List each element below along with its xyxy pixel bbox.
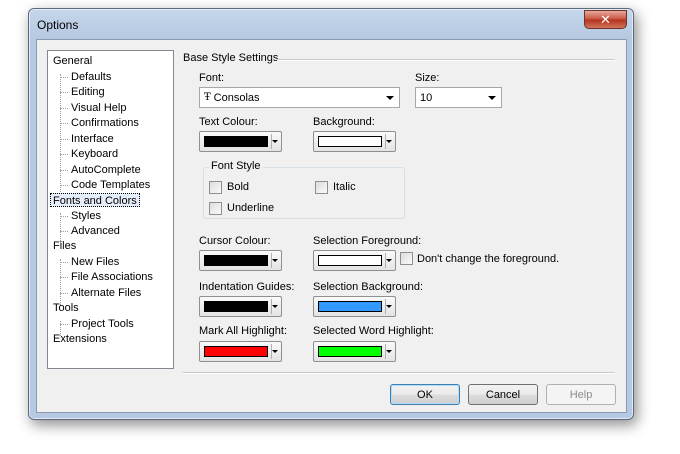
options-tree[interactable]: General Defaults Editing Visual Help Con… bbox=[47, 50, 174, 369]
bottom-divider bbox=[183, 372, 615, 374]
chevron-down-icon bbox=[272, 259, 278, 262]
tree-item-fonts-and-colors[interactable]: Fonts and Colors bbox=[50, 193, 140, 207]
tree-line bbox=[60, 259, 61, 305]
tree-item-advanced[interactable]: Advanced bbox=[60, 224, 120, 238]
underline-label[interactable]: Underline bbox=[227, 202, 274, 214]
tree-item-files[interactable]: Files bbox=[53, 239, 76, 253]
background-label: Background: bbox=[313, 116, 375, 128]
selection-foreground-label: Selection Foreground: bbox=[313, 235, 422, 247]
mark-all-highlight-swatch bbox=[204, 346, 268, 357]
italic-checkbox[interactable] bbox=[315, 181, 328, 194]
tree-item-file-associations[interactable]: File Associations bbox=[60, 270, 153, 284]
tree-item-interface[interactable]: Interface bbox=[60, 132, 114, 146]
tree-item-general[interactable]: General bbox=[53, 54, 92, 68]
text-colour-label: Text Colour: bbox=[199, 116, 258, 128]
size-label: Size: bbox=[415, 72, 440, 84]
dialog-client-area: General Defaults Editing Visual Help Con… bbox=[36, 39, 627, 413]
cursor-colour-swatch bbox=[204, 255, 268, 266]
tree-item-defaults[interactable]: Defaults bbox=[59, 70, 111, 84]
font-value: Consolas bbox=[213, 91, 260, 104]
tree-item-project-tools[interactable]: Project Tools bbox=[60, 317, 134, 331]
window-title: Options bbox=[37, 18, 79, 32]
tree-item-code-templates[interactable]: Code Templates bbox=[59, 178, 150, 192]
font-style-group: Font Style Bold Italic Underline bbox=[203, 160, 405, 219]
selected-word-highlight-picker[interactable] bbox=[313, 341, 396, 362]
indentation-guides-label: Indentation Guides: bbox=[199, 281, 295, 293]
font-label: Font: bbox=[199, 72, 225, 84]
bold-label[interactable]: Bold bbox=[227, 181, 249, 193]
mark-all-highlight-picker[interactable] bbox=[199, 341, 282, 362]
selection-foreground-swatch bbox=[318, 255, 382, 266]
background-colour-swatch bbox=[318, 136, 382, 147]
tree-item-keyboard[interactable]: Keyboard bbox=[59, 147, 118, 161]
truetype-font-icon: Ŧ bbox=[204, 92, 211, 103]
tree-item-extensions[interactable]: Extensions bbox=[53, 332, 107, 346]
tree-item-editing[interactable]: Editing bbox=[60, 85, 105, 99]
section-divider bbox=[277, 59, 615, 61]
chevron-down-icon bbox=[272, 140, 278, 143]
chevron-down-icon bbox=[386, 259, 392, 262]
ok-button[interactable]: OK bbox=[390, 384, 460, 405]
tree-item-tools[interactable]: Tools bbox=[53, 301, 79, 315]
size-dropdown[interactable]: 10 bbox=[415, 87, 502, 108]
selection-background-label: Selection Background: bbox=[313, 281, 424, 293]
close-button[interactable]: ✕ bbox=[584, 10, 627, 29]
tree-item-confirmations[interactable]: Confirmations bbox=[60, 116, 139, 130]
indentation-guides-picker[interactable] bbox=[199, 296, 282, 317]
close-icon: ✕ bbox=[600, 11, 611, 27]
cursor-colour-label: Cursor Colour: bbox=[199, 235, 271, 247]
dont-change-foreground-checkbox[interactable] bbox=[400, 252, 413, 265]
chevron-down-icon bbox=[272, 305, 278, 308]
selected-word-highlight-label: Selected Word Highlight: bbox=[313, 325, 434, 337]
selection-background-swatch bbox=[318, 301, 382, 312]
chevron-down-icon bbox=[272, 350, 278, 353]
chevron-down-icon bbox=[386, 96, 394, 100]
selected-word-highlight-swatch bbox=[318, 346, 382, 357]
tree-item-new-files[interactable]: New Files bbox=[59, 255, 119, 269]
tree-item-styles[interactable]: Styles bbox=[60, 209, 101, 223]
size-value: 10 bbox=[420, 91, 433, 104]
section-title: Base Style Settings bbox=[183, 52, 279, 64]
cursor-colour-picker[interactable] bbox=[199, 250, 282, 271]
font-style-label: Font Style bbox=[209, 160, 263, 172]
underline-checkbox[interactable] bbox=[209, 202, 222, 215]
italic-label[interactable]: Italic bbox=[333, 181, 356, 193]
selection-background-picker[interactable] bbox=[313, 296, 396, 317]
text-colour-picker[interactable] bbox=[199, 131, 282, 152]
help-button[interactable]: Help bbox=[546, 384, 616, 405]
indentation-guides-swatch bbox=[204, 301, 268, 312]
tree-item-autocomplete[interactable]: AutoComplete bbox=[60, 163, 141, 177]
tree-item-alternate-files[interactable]: Alternate Files bbox=[59, 286, 141, 300]
selection-foreground-picker[interactable] bbox=[313, 250, 396, 271]
background-colour-picker[interactable] bbox=[313, 131, 396, 152]
text-colour-swatch bbox=[204, 136, 268, 147]
dont-change-foreground-label[interactable]: Don't change the foreground. bbox=[417, 253, 559, 265]
bold-checkbox[interactable] bbox=[209, 181, 222, 194]
chevron-down-icon bbox=[386, 305, 392, 308]
cancel-button[interactable]: Cancel bbox=[468, 384, 538, 405]
chevron-down-icon bbox=[386, 140, 392, 143]
font-dropdown[interactable]: Ŧ Consolas bbox=[199, 87, 400, 108]
tree-item-visual-help[interactable]: Visual Help bbox=[59, 101, 126, 115]
chevron-down-icon bbox=[386, 350, 392, 353]
options-dialog: Options ✕ General Defaults Editing Visua… bbox=[28, 8, 634, 420]
mark-all-highlight-label: Mark All Highlight: bbox=[199, 325, 288, 337]
chevron-down-icon bbox=[488, 96, 496, 100]
